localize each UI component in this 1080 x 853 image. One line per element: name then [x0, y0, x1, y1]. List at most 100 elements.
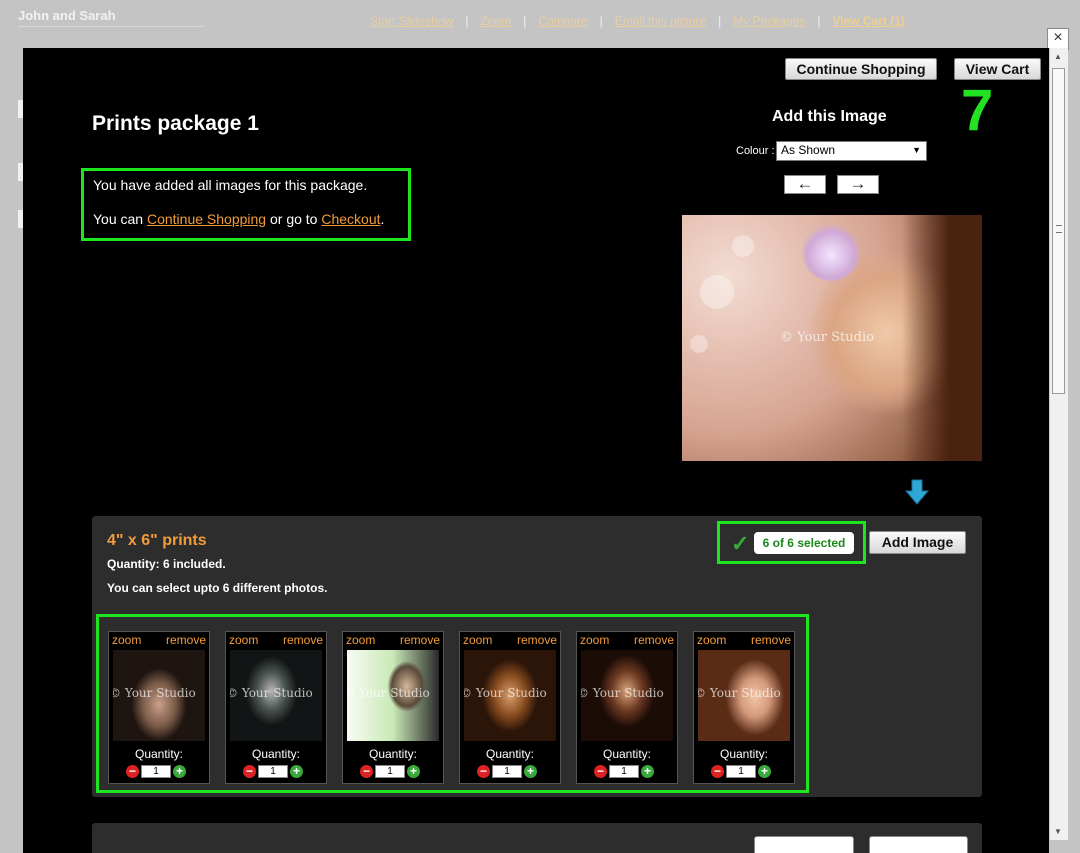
thumbnail-image[interactable]: © Your Studio: [113, 650, 205, 741]
add-image-heading: Add this Image: [772, 108, 887, 125]
zoom-link[interactable]: zoom: [229, 633, 258, 647]
thumbnail-card: zoom remove © Your Studio Quantity: − 1 …: [459, 631, 561, 784]
bokeh-light: [690, 335, 708, 353]
minus-icon[interactable]: −: [126, 765, 139, 778]
colour-value: As Shown: [781, 143, 836, 157]
zoom-link[interactable]: zoom: [346, 633, 375, 647]
remove-link[interactable]: remove: [634, 633, 674, 647]
nav-email-picture[interactable]: Email this picture: [615, 14, 706, 28]
thumbnail-watermark: © Your Studio: [113, 686, 196, 700]
quantity-input[interactable]: 1: [258, 765, 288, 778]
quantity-input[interactable]: 1: [726, 765, 756, 778]
continue-shopping-link[interactable]: Continue Shopping: [147, 211, 266, 227]
zoom-link[interactable]: zoom: [580, 633, 609, 647]
thumbnail-image[interactable]: © Your Studio: [698, 650, 790, 741]
thumbnail-watermark: © Your Studio: [230, 686, 313, 700]
panel-button-stub[interactable]: [869, 836, 968, 853]
add-image-button[interactable]: Add Image: [869, 531, 966, 554]
plus-icon[interactable]: +: [290, 765, 303, 778]
next-image-button[interactable]: →: [837, 175, 879, 194]
remove-link[interactable]: remove: [283, 633, 323, 647]
message-prefix: You can: [93, 211, 147, 227]
page-title: Prints package 1: [92, 112, 259, 135]
nav-separator: |: [599, 14, 603, 28]
remove-link[interactable]: remove: [400, 633, 440, 647]
quantity-input[interactable]: 1: [375, 765, 405, 778]
quantity-label: Quantity:: [368, 747, 418, 761]
thumbnail-image[interactable]: © Your Studio: [464, 650, 556, 741]
photo-flower: [802, 223, 860, 281]
quantity-label: Quantity:: [134, 747, 184, 761]
print-package-panel: 4" x 6" prints Quantity: 6 included. You…: [92, 516, 982, 797]
background-site-title: John and Sarah: [18, 8, 204, 27]
quantity-input[interactable]: 1: [609, 765, 639, 778]
message-suffix: .: [380, 211, 385, 227]
nav-zoom[interactable]: Zoom: [481, 14, 512, 28]
minus-icon[interactable]: −: [477, 765, 490, 778]
plus-icon[interactable]: +: [758, 765, 771, 778]
message-middle: or go to: [266, 211, 322, 227]
thumbnail-watermark: © Your Studio: [698, 686, 781, 700]
bokeh-light: [732, 235, 754, 257]
thumbnail-image[interactable]: © Your Studio: [230, 650, 322, 741]
zoom-link[interactable]: zoom: [463, 633, 492, 647]
colour-select[interactable]: As Shown ▼: [776, 141, 927, 161]
prev-image-button[interactable]: ←: [784, 175, 826, 194]
nav-separator: |: [817, 14, 821, 28]
thumbnail-image[interactable]: © Your Studio: [581, 650, 673, 741]
zoom-link[interactable]: zoom: [112, 633, 141, 647]
thumbnail-card: zoom remove © Your Studio Quantity: − 1 …: [108, 631, 210, 784]
grip-icon: [1056, 225, 1062, 233]
panel-button-stub[interactable]: [754, 836, 854, 853]
minus-icon[interactable]: −: [711, 765, 724, 778]
minus-icon[interactable]: −: [594, 765, 607, 778]
quantity-input[interactable]: 1: [141, 765, 171, 778]
nav-view-cart[interactable]: View Cart (1): [832, 14, 904, 28]
scroll-down-icon[interactable]: ▼: [1054, 827, 1062, 836]
plus-icon[interactable]: +: [641, 765, 654, 778]
remove-link[interactable]: remove: [166, 633, 206, 647]
minus-icon[interactable]: −: [360, 765, 373, 778]
plus-icon[interactable]: +: [407, 765, 420, 778]
photo-watermark: © Your Studio: [780, 330, 874, 345]
step-number: 7: [961, 78, 994, 143]
nav-compare[interactable]: Compare: [538, 14, 587, 28]
chevron-down-icon: ▼: [912, 145, 921, 155]
thumbnail-card: zoom remove © Your Studio Quantity: − 1 …: [225, 631, 327, 784]
nav-separator: |: [523, 14, 527, 28]
quantity-included-text: Quantity: 6 included.: [107, 557, 226, 571]
photo-hair: [902, 215, 982, 461]
bokeh-light: [700, 275, 734, 309]
plus-icon[interactable]: +: [524, 765, 537, 778]
package-complete-message: You have added all images for this packa…: [81, 168, 411, 241]
selected-count-badge: 6 of 6 selected: [754, 532, 854, 554]
scroll-up-icon[interactable]: ▲: [1054, 52, 1062, 61]
continue-shopping-button[interactable]: Continue Shopping: [785, 58, 937, 80]
scrollbar[interactable]: ▲ ▼: [1049, 48, 1068, 840]
plus-icon[interactable]: +: [173, 765, 186, 778]
zoom-link[interactable]: zoom: [697, 633, 726, 647]
second-package-panel: [92, 823, 982, 853]
minus-icon[interactable]: −: [243, 765, 256, 778]
selected-photo: © Your Studio: [682, 215, 982, 461]
selection-status: ✓ 6 of 6 selected: [717, 521, 866, 564]
background-nav: Start Slideshow | Zoom | Compare | Email this …: [370, 14, 905, 28]
checkout-link[interactable]: Checkout: [321, 211, 380, 227]
remove-link[interactable]: remove: [751, 633, 791, 647]
close-icon[interactable]: ×: [1047, 28, 1069, 50]
quantity-label: Quantity:: [602, 747, 652, 761]
message-links-line: You can Continue Shopping or go to Check…: [93, 211, 399, 227]
nav-my-packages[interactable]: My Packages: [733, 14, 805, 28]
view-cart-button[interactable]: View Cart: [954, 58, 1041, 80]
selection-limit-text: You can select upto 6 different photos.: [107, 581, 328, 595]
thumbnail-image[interactable]: © Your Studio: [347, 650, 439, 741]
quantity-label: Quantity:: [251, 747, 301, 761]
quantity-input[interactable]: 1: [492, 765, 522, 778]
remove-link[interactable]: remove: [517, 633, 557, 647]
message-line: You have added all images for this packa…: [93, 177, 368, 193]
nav-start-slideshow[interactable]: Start Slideshow: [370, 14, 453, 28]
thumbnail-card: zoom remove © Your Studio Quantity: − 1 …: [342, 631, 444, 784]
nav-separator: |: [718, 14, 722, 28]
scrollbar-thumb[interactable]: [1052, 68, 1065, 394]
package-modal: Continue Shopping View Cart Prints packa…: [23, 48, 1049, 853]
